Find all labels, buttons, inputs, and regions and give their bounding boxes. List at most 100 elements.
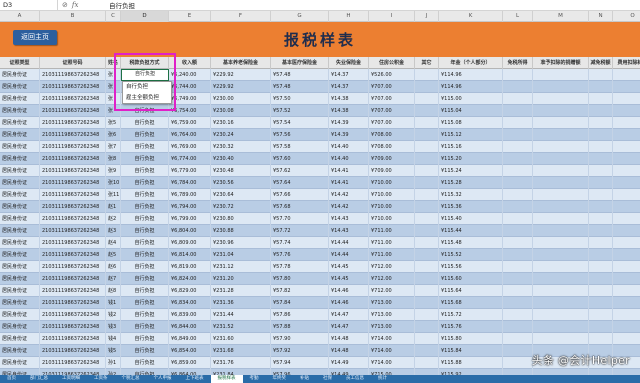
table-cell[interactable]: 210311198637262348	[40, 321, 106, 333]
table-cell[interactable]: 210311198637262348	[40, 249, 106, 261]
table-cell[interactable]: ¥230.88	[211, 225, 271, 237]
table-cell[interactable]	[533, 177, 589, 189]
table-cell[interactable]: 210311198637262348	[40, 165, 106, 177]
column-letter-f[interactable]: F	[211, 11, 271, 22]
table-cell[interactable]: ¥231.28	[211, 285, 271, 297]
table-cell[interactable]: 210311198637262348	[40, 117, 106, 129]
table-cell[interactable]: 自行负担	[121, 285, 169, 297]
table-cell[interactable]	[613, 117, 640, 129]
table-cell[interactable]: ¥115.24	[439, 165, 503, 177]
table-cell[interactable]: ¥14.44	[329, 249, 369, 261]
table-cell[interactable]: ¥57.74	[271, 237, 329, 249]
table-cell[interactable]: ¥14.47	[329, 309, 369, 321]
table-cell[interactable]: ¥230.56	[211, 177, 271, 189]
table-cell[interactable]	[589, 249, 613, 261]
table-cell[interactable]: ¥57.72	[271, 225, 329, 237]
table-cell[interactable]	[533, 237, 589, 249]
table-cell[interactable]: 赵7	[106, 273, 121, 285]
table-cell[interactable]	[503, 261, 533, 273]
table-cell[interactable]: ¥14.46	[329, 285, 369, 297]
table-cell[interactable]	[589, 69, 613, 81]
name-box[interactable]: D3	[0, 0, 58, 11]
table-cell[interactable]	[613, 177, 640, 189]
table-cell[interactable]	[613, 333, 640, 345]
table-cell[interactable]	[589, 117, 613, 129]
table-cell[interactable]: ¥14.42	[329, 201, 369, 213]
table-cell[interactable]	[613, 321, 640, 333]
table-cell[interactable]: ¥14.43	[329, 213, 369, 225]
table-cell[interactable]: ¥57.94	[271, 357, 329, 369]
table-cell[interactable]	[415, 237, 439, 249]
table-cell[interactable]: 自行负担	[121, 357, 169, 369]
table-cell[interactable]: ¥6,789.00	[169, 189, 211, 201]
table-cell[interactable]: ¥230.16	[211, 117, 271, 129]
table-cell[interactable]	[503, 201, 533, 213]
table-cell[interactable]: 张	[106, 81, 121, 93]
table-cell[interactable]	[415, 261, 439, 273]
table-cell[interactable]	[589, 261, 613, 273]
table-cell[interactable]: ¥6,769.00	[169, 141, 211, 153]
table-cell[interactable]	[613, 81, 640, 93]
column-letter-n[interactable]: N	[589, 11, 613, 22]
table-cell[interactable]: 赵5	[106, 249, 121, 261]
sheet-tab[interactable]: 个人申报	[147, 375, 179, 383]
table-cell[interactable]: ¥115.04	[439, 105, 503, 117]
table-cell[interactable]	[613, 105, 640, 117]
table-cell[interactable]: ¥710.00	[369, 177, 415, 189]
table-cell[interactable]	[589, 285, 613, 297]
table-cell[interactable]: ¥231.04	[211, 249, 271, 261]
table-cell[interactable]: 赵8	[106, 285, 121, 297]
table-cell[interactable]: ¥14.48	[329, 345, 369, 357]
table-cell[interactable]: 自行负担	[121, 297, 169, 309]
table-cell[interactable]	[503, 213, 533, 225]
table-cell[interactable]	[503, 153, 533, 165]
table-cell[interactable]: 自行负担	[121, 177, 169, 189]
table-cell[interactable]: ¥230.64	[211, 189, 271, 201]
table-cell[interactable]: ¥57.86	[271, 309, 329, 321]
table-cell[interactable]: ¥14.38	[329, 93, 369, 105]
table-cell[interactable]: 居民身份证	[0, 273, 40, 285]
column-letter-g[interactable]: G	[271, 11, 329, 22]
table-cell[interactable]: ¥115.16	[439, 141, 503, 153]
table-cell[interactable]	[613, 141, 640, 153]
table-cell[interactable]: 居民身份证	[0, 285, 40, 297]
table-cell[interactable]: ¥57.90	[271, 333, 329, 345]
table-cell[interactable]	[613, 237, 640, 249]
table-cell[interactable]: ¥231.60	[211, 333, 271, 345]
table-cell[interactable]	[589, 189, 613, 201]
table-cell[interactable]: ¥231.52	[211, 321, 271, 333]
table-cell[interactable]: ¥57.58	[271, 141, 329, 153]
table-cell[interactable]: ¥6,744.00	[169, 81, 211, 93]
table-cell[interactable]: ¥57.48	[271, 69, 329, 81]
table-cell[interactable]: ¥57.62	[271, 165, 329, 177]
table-cell[interactable]	[503, 189, 533, 201]
table-cell[interactable]: ¥230.32	[211, 141, 271, 153]
table-cell[interactable]: ¥57.48	[271, 81, 329, 93]
table-cell[interactable]	[415, 81, 439, 93]
table-cell[interactable]: ¥115.76	[439, 321, 503, 333]
table-cell[interactable]: ¥115.68	[439, 297, 503, 309]
table-cell[interactable]	[533, 141, 589, 153]
table-cell[interactable]: ¥230.48	[211, 165, 271, 177]
table-cell[interactable]	[503, 177, 533, 189]
table-cell[interactable]: ¥14.46	[329, 297, 369, 309]
table-cell[interactable]	[503, 141, 533, 153]
table-cell[interactable]: ¥115.36	[439, 201, 503, 213]
table-cell[interactable]	[503, 117, 533, 129]
table-cell[interactable]: 210311198637262348	[40, 189, 106, 201]
table-cell[interactable]: ¥707.00	[369, 81, 415, 93]
table-cell[interactable]	[533, 273, 589, 285]
table-cell[interactable]: ¥57.52	[271, 105, 329, 117]
table-cell[interactable]: ¥6,819.00	[169, 261, 211, 273]
table-cell[interactable]: 210311198637262348	[40, 309, 106, 321]
table-cell[interactable]: ¥14.39	[329, 117, 369, 129]
table-cell[interactable]	[589, 81, 613, 93]
table-cell[interactable]: 张8	[106, 153, 121, 165]
table-cell[interactable]	[533, 93, 589, 105]
table-cell[interactable]: ¥57.68	[271, 201, 329, 213]
table-cell[interactable]: ¥707.00	[369, 117, 415, 129]
table-cell[interactable]: ¥57.84	[271, 297, 329, 309]
column-letter-i[interactable]: I	[369, 11, 415, 22]
table-cell[interactable]: 210311198637262348	[40, 177, 106, 189]
table-cell[interactable]: 210311198637262348	[40, 357, 106, 369]
